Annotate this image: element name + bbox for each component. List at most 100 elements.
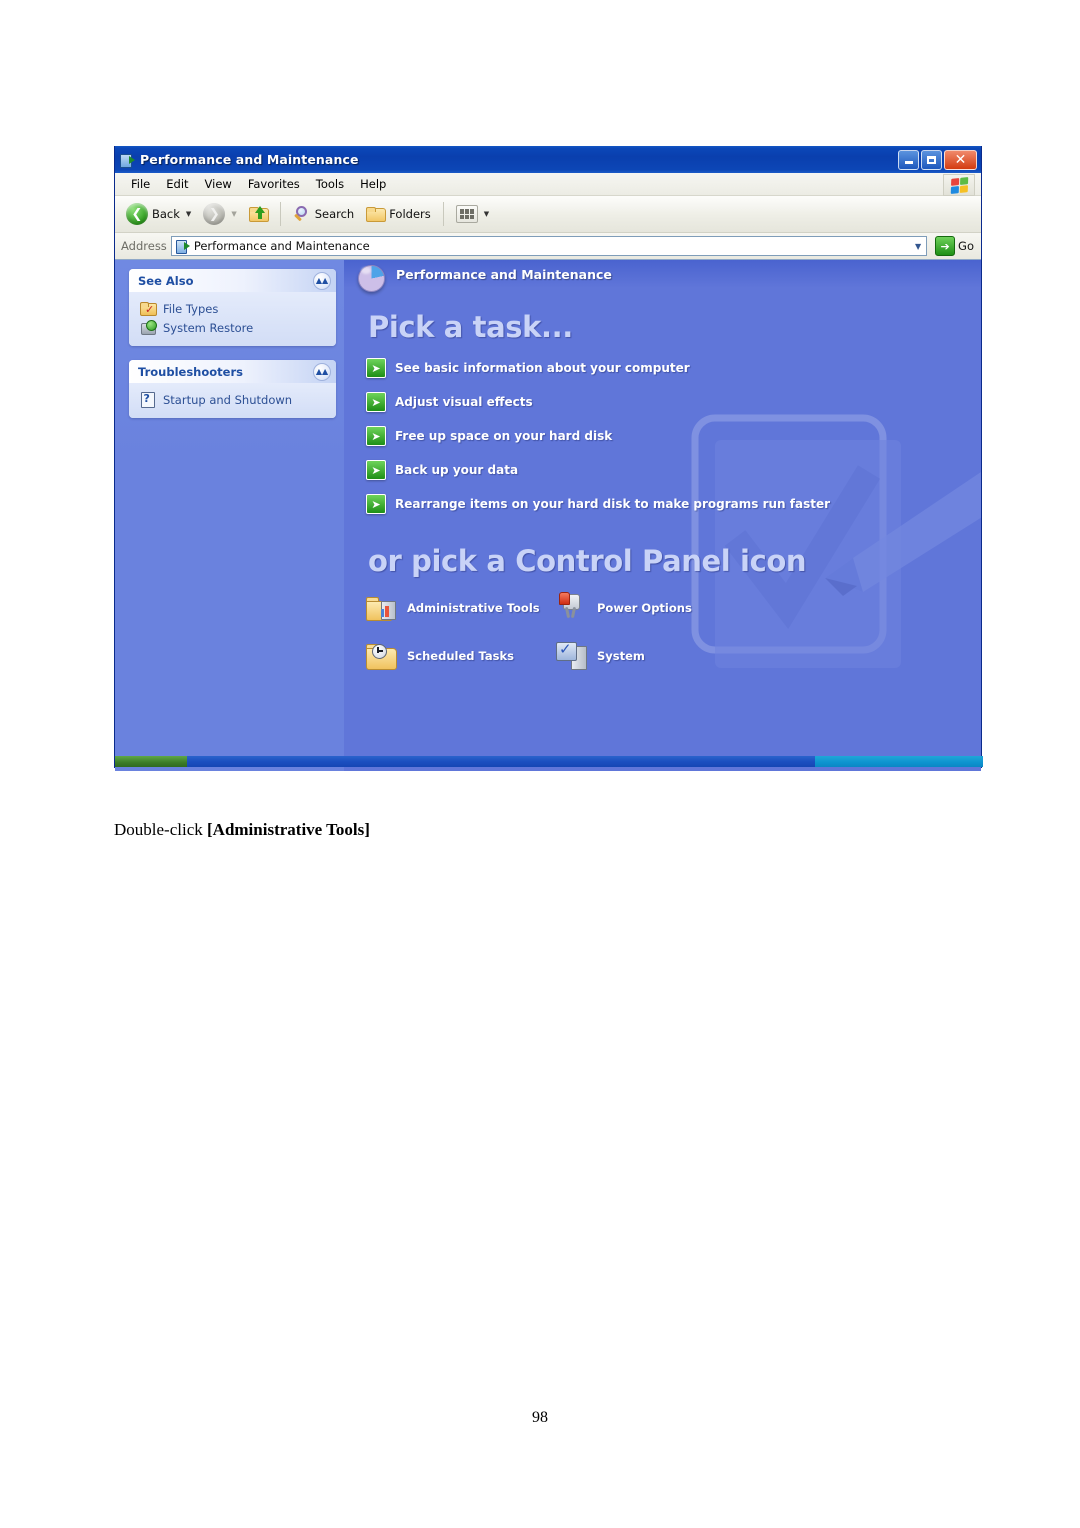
page-number: 98 (532, 1409, 548, 1426)
sidebar-item-file-types[interactable]: ✓ File Types (140, 299, 330, 318)
performance-pie-icon (357, 264, 385, 292)
file-types-label: File Types (163, 301, 219, 316)
cp-label: Scheduled Tasks (407, 648, 514, 663)
views-dropdown-icon[interactable]: ▼ (484, 210, 489, 218)
caption-bold: [Administrative Tools] (207, 820, 370, 839)
arrow-right-icon: ➤ (366, 494, 386, 514)
system-icon: ✓ (556, 640, 588, 671)
menu-tools[interactable]: Tools (308, 175, 352, 193)
performance-and-maintenance-window: Performance and Maintenance ✕ File Edit … (114, 146, 983, 771)
menu-favorites[interactable]: Favorites (240, 175, 308, 193)
address-dropdown-icon[interactable]: ▼ (910, 237, 926, 255)
see-also-items: ✓ File Types System Restore (129, 292, 336, 346)
file-types-icon: ✓ (140, 301, 157, 316)
folders-label: Folders (389, 207, 431, 221)
go-label: Go (958, 239, 974, 253)
address-input[interactable]: Performance and Maintenance ▼ (170, 236, 928, 256)
pick-a-task-heading: Pick a task... (368, 310, 573, 344)
forward-arrow-icon: ❯ (203, 203, 226, 225)
cp-label: System (597, 648, 645, 663)
cp-item-system[interactable]: ✓ System (556, 640, 746, 671)
task-adjust-visual-effects[interactable]: ➤ Adjust visual effects (366, 392, 981, 412)
troubleshooters-title: Troubleshooters (138, 364, 243, 379)
search-button[interactable]: Search (288, 203, 360, 226)
control-panel-icon (119, 152, 135, 168)
sidebar-item-startup-and-shutdown[interactable]: ? Startup and Shutdown (140, 390, 330, 409)
cp-item-power-options[interactable]: Power Options (556, 592, 746, 623)
search-label: Search (314, 207, 355, 221)
go-button[interactable]: ➔ Go (931, 236, 978, 256)
control-panel-icon-grid: Administrative Tools Power Options Sched… (366, 592, 981, 671)
back-button[interactable]: ❮ Back ▼ (121, 200, 196, 228)
window-titlebar[interactable]: Performance and Maintenance ✕ (115, 146, 981, 173)
address-label: Address (121, 239, 167, 253)
restore-button[interactable] (921, 149, 942, 170)
system-restore-icon (140, 320, 157, 335)
cp-label: Power Options (597, 600, 692, 615)
content-banner-title: Performance and Maintenance (396, 266, 612, 282)
window-title: Performance and Maintenance (140, 152, 359, 167)
task-label: Free up space on your hard disk (395, 429, 613, 443)
up-folder-icon (248, 206, 269, 222)
minimize-button[interactable] (898, 149, 919, 170)
troubleshooters-items: ? Startup and Shutdown (129, 383, 336, 418)
task-label: Adjust visual effects (395, 395, 533, 409)
task-rearrange-items[interactable]: ➤ Rearrange items on your hard disk to m… (366, 494, 981, 514)
folders-icon (366, 206, 387, 222)
control-panel-heading: or pick a Control Panel icon (368, 544, 807, 578)
chevron-up-icon[interactable]: ▲▲ (313, 271, 331, 290)
chevron-up-icon-2[interactable]: ▲▲ (313, 362, 331, 381)
cp-item-administrative-tools[interactable]: Administrative Tools (366, 592, 556, 623)
windows-taskbar-strip (115, 756, 983, 767)
window-controls: ✕ (898, 149, 977, 170)
arrow-right-icon: ➤ (366, 392, 386, 412)
see-also-panel: See Also ▲▲ ✓ File Types System Restore (129, 269, 336, 346)
up-button[interactable] (244, 203, 273, 225)
troubleshooters-header[interactable]: Troubleshooters ▲▲ (129, 360, 336, 383)
see-also-title: See Also (138, 273, 194, 288)
arrow-right-icon: ➤ (366, 358, 386, 378)
task-label: See basic information about your compute… (395, 361, 690, 375)
folders-button[interactable]: Folders (361, 203, 436, 225)
back-arrow-icon: ❮ (126, 203, 148, 225)
toolbar-separator-2 (442, 202, 444, 226)
navigation-toolbar: ❮ Back ▼ ❯ ▼ Search Folders ▼ (115, 196, 981, 233)
task-pane-sidebar: See Also ▲▲ ✓ File Types System Restore … (115, 260, 344, 771)
scheduled-tasks-icon (366, 640, 398, 671)
forward-button[interactable]: ❯ ▼ (198, 200, 241, 228)
task-see-basic-information[interactable]: ➤ See basic information about your compu… (366, 358, 981, 378)
task-free-up-space[interactable]: ➤ Free up space on your hard disk (366, 426, 981, 446)
content-banner: Performance and Maintenance (344, 260, 981, 292)
menu-bar: File Edit View Favorites Tools Help (115, 173, 981, 196)
system-restore-label: System Restore (163, 320, 254, 335)
go-arrow-icon: ➔ (935, 236, 956, 256)
views-button[interactable]: ▼ (451, 202, 494, 226)
see-also-header[interactable]: See Also ▲▲ (129, 269, 336, 292)
menu-help[interactable]: Help (352, 175, 394, 193)
address-control-panel-icon (175, 239, 190, 254)
cp-label: Administrative Tools (407, 600, 540, 615)
task-label: Back up your data (395, 463, 519, 477)
forward-dropdown-icon: ▼ (231, 210, 237, 218)
system-tray-strip (815, 756, 983, 767)
help-question-icon: ? (140, 392, 156, 408)
menu-edit[interactable]: Edit (158, 175, 196, 193)
arrow-right-icon: ➤ (366, 460, 386, 480)
start-button-strip[interactable] (115, 756, 187, 767)
menu-file[interactable]: File (123, 175, 158, 193)
main-content: Performance and Maintenance Pick a task.… (344, 260, 981, 771)
back-label: Back (152, 207, 180, 221)
task-label: Rearrange items on your hard disk to mak… (395, 497, 831, 511)
toolbar-separator (279, 202, 281, 226)
sidebar-item-system-restore[interactable]: System Restore (140, 318, 330, 337)
cp-item-scheduled-tasks[interactable]: Scheduled Tasks (366, 640, 556, 671)
startup-and-shutdown-label: Startup and Shutdown (163, 392, 293, 407)
search-icon (293, 205, 311, 223)
windows-flag-icon[interactable] (943, 174, 975, 196)
task-back-up-your-data[interactable]: ➤ Back up your data (366, 460, 981, 480)
menu-view[interactable]: View (197, 175, 240, 193)
close-button[interactable]: ✕ (944, 149, 977, 170)
caption-prefix: Double-click (114, 820, 207, 839)
taskbar-main-strip (187, 756, 815, 767)
back-dropdown-icon[interactable]: ▼ (186, 210, 191, 218)
